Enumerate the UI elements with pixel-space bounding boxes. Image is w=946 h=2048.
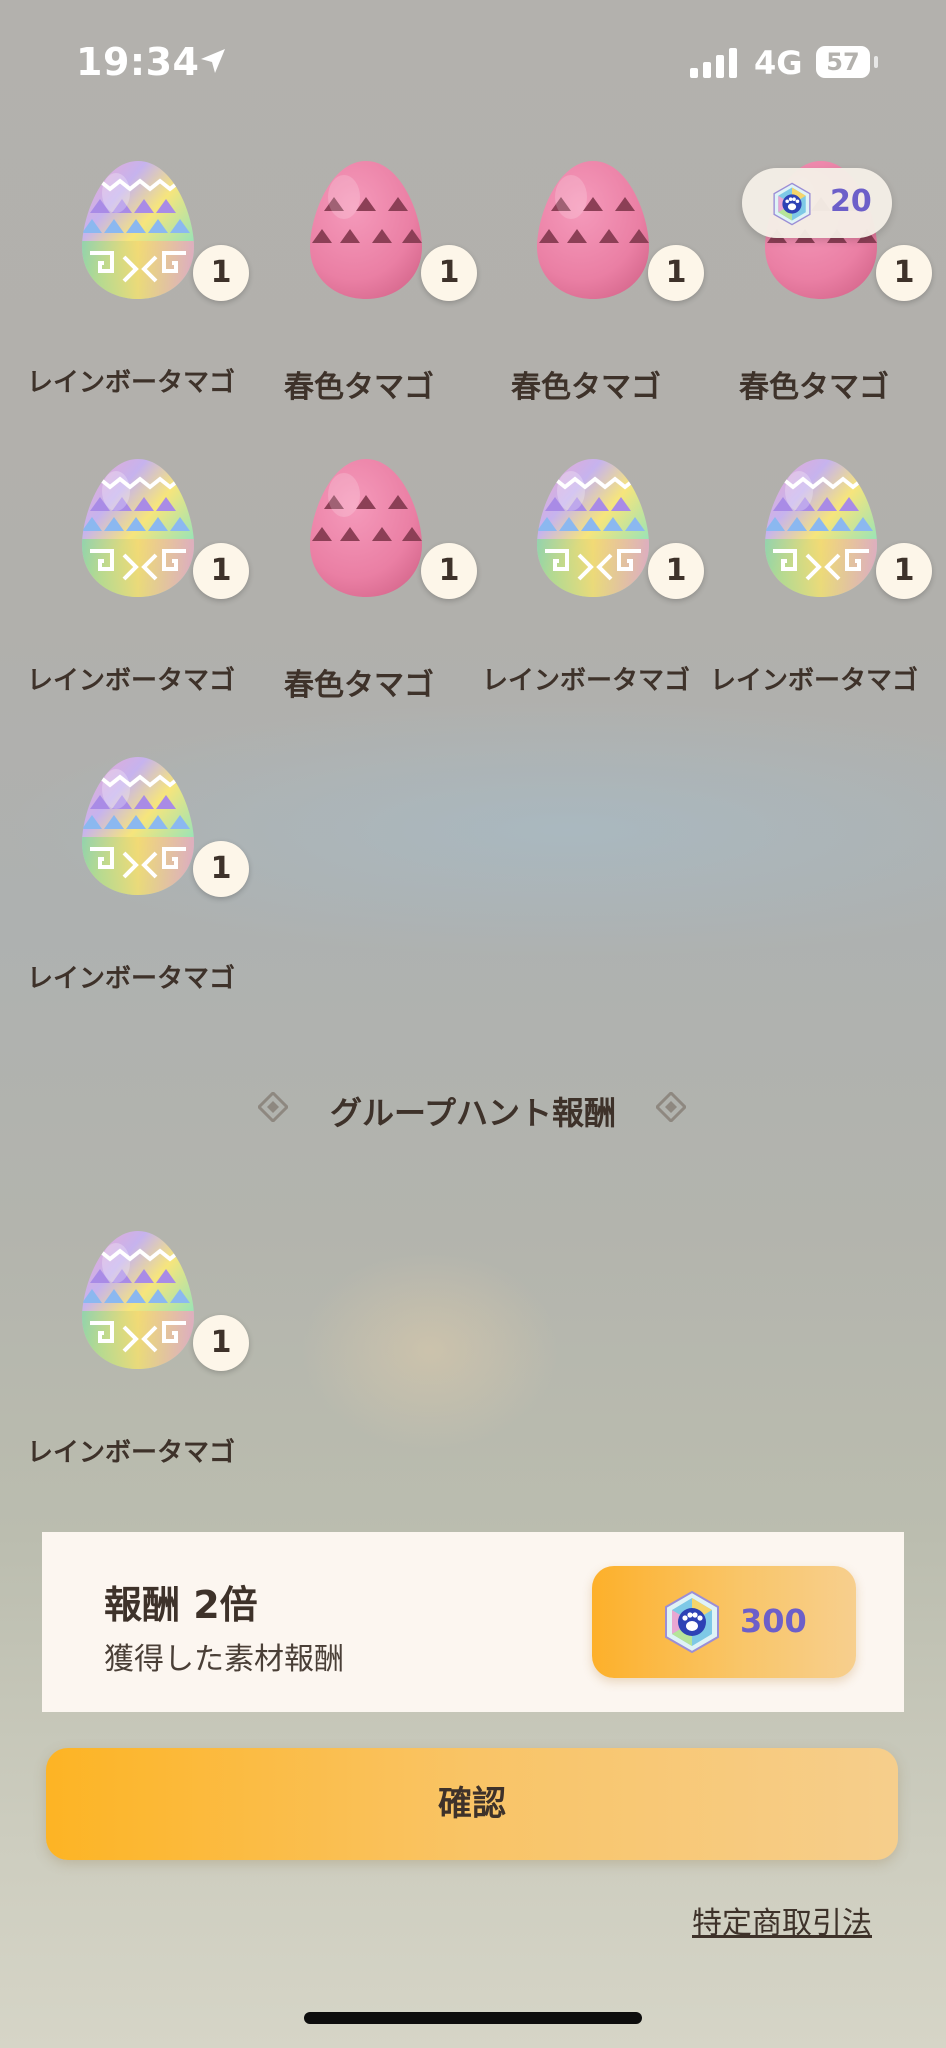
double-reward-title: 報酬 2倍 bbox=[104, 1583, 258, 1627]
legal-notice-link[interactable]: 特定商取引法 bbox=[692, 1898, 872, 1942]
group-hunt-title: グループハント報酬 bbox=[329, 1094, 617, 1132]
egg-name: 春色タマゴ bbox=[511, 370, 661, 405]
egg-name: 春色タマゴ bbox=[739, 370, 889, 405]
egg-count-badge: 1 bbox=[193, 245, 249, 301]
gem-bonus-value: 20 bbox=[830, 184, 872, 219]
rainbow-egg-icon bbox=[76, 157, 200, 303]
diamond-ornament-icon bbox=[656, 1092, 686, 1122]
egg-count-badge: 1 bbox=[648, 543, 704, 599]
double-reward-button[interactable]: 300 bbox=[592, 1566, 856, 1678]
egg-name: 春色タマゴ bbox=[284, 370, 434, 405]
egg-item[interactable]: 1 レインボータマゴ bbox=[17, 140, 249, 420]
spring-egg-icon bbox=[304, 455, 428, 601]
status-bar: 19:34 4G 57 bbox=[0, 0, 946, 120]
egg-count-badge: 1 bbox=[193, 841, 249, 897]
egg-name: レインボータマゴ bbox=[709, 666, 918, 696]
egg-count-badge: 1 bbox=[876, 245, 932, 301]
rainbow-egg-icon bbox=[76, 753, 200, 899]
egg-item[interactable]: 1 春色タマゴ bbox=[245, 140, 477, 420]
rainbow-egg-icon bbox=[531, 455, 655, 601]
egg-name: レインボータマゴ bbox=[26, 368, 235, 398]
spring-egg-icon bbox=[304, 157, 428, 303]
egg-item[interactable]: 1 春色タマゴ bbox=[472, 140, 704, 420]
gem-bonus-badge: 20 bbox=[742, 168, 892, 238]
group-hunt-header: グループハント報酬 bbox=[0, 1082, 946, 1132]
egg-item[interactable]: 1 レインボータマゴ bbox=[700, 438, 932, 718]
egg-item[interactable]: 1 レインボータマゴ bbox=[472, 438, 704, 718]
spring-egg-icon bbox=[531, 157, 655, 303]
egg-item[interactable]: 1 レインボータマゴ bbox=[17, 736, 249, 1016]
egg-count-badge: 1 bbox=[421, 245, 477, 301]
rainbow-egg-icon bbox=[76, 455, 200, 601]
egg-name: レインボータマゴ bbox=[26, 1438, 235, 1468]
egg-count-badge: 1 bbox=[193, 1315, 249, 1371]
double-reward-subtitle: 獲得した素材報酬 bbox=[104, 1642, 344, 1677]
double-reward-panel: 報酬 2倍 獲得した素材報酬 300 bbox=[42, 1532, 904, 1712]
egg-count-badge: 1 bbox=[421, 543, 477, 599]
paw-gem-icon bbox=[660, 1590, 724, 1654]
double-reward-cost: 300 bbox=[740, 1602, 807, 1640]
group-hunt-egg-item[interactable]: 1 レインボータマゴ bbox=[17, 1210, 249, 1490]
egg-name: レインボータマゴ bbox=[26, 666, 235, 696]
home-indicator[interactable] bbox=[304, 2012, 642, 2024]
egg-item[interactable]: 1 春色タマゴ bbox=[245, 438, 477, 718]
egg-count-badge: 1 bbox=[193, 543, 249, 599]
egg-count-badge: 1 bbox=[648, 245, 704, 301]
rainbow-egg-icon bbox=[76, 1227, 200, 1373]
confirm-button[interactable]: 確認 bbox=[46, 1748, 898, 1860]
egg-count-badge: 1 bbox=[876, 543, 932, 599]
rainbow-egg-icon bbox=[759, 455, 883, 601]
egg-name: レインボータマゴ bbox=[26, 964, 235, 994]
location-arrow-icon bbox=[201, 49, 225, 73]
status-time: 19:34 bbox=[76, 40, 200, 84]
battery-icon: 57 bbox=[816, 46, 870, 78]
egg-item[interactable]: 1 レインボータマゴ bbox=[17, 438, 249, 718]
paw-gem-icon bbox=[770, 182, 814, 226]
signal-bars-icon bbox=[690, 48, 737, 78]
network-type: 4G bbox=[754, 44, 803, 82]
egg-name: レインボータマゴ bbox=[481, 666, 690, 696]
battery-tip bbox=[874, 56, 878, 68]
egg-name: 春色タマゴ bbox=[284, 668, 434, 703]
